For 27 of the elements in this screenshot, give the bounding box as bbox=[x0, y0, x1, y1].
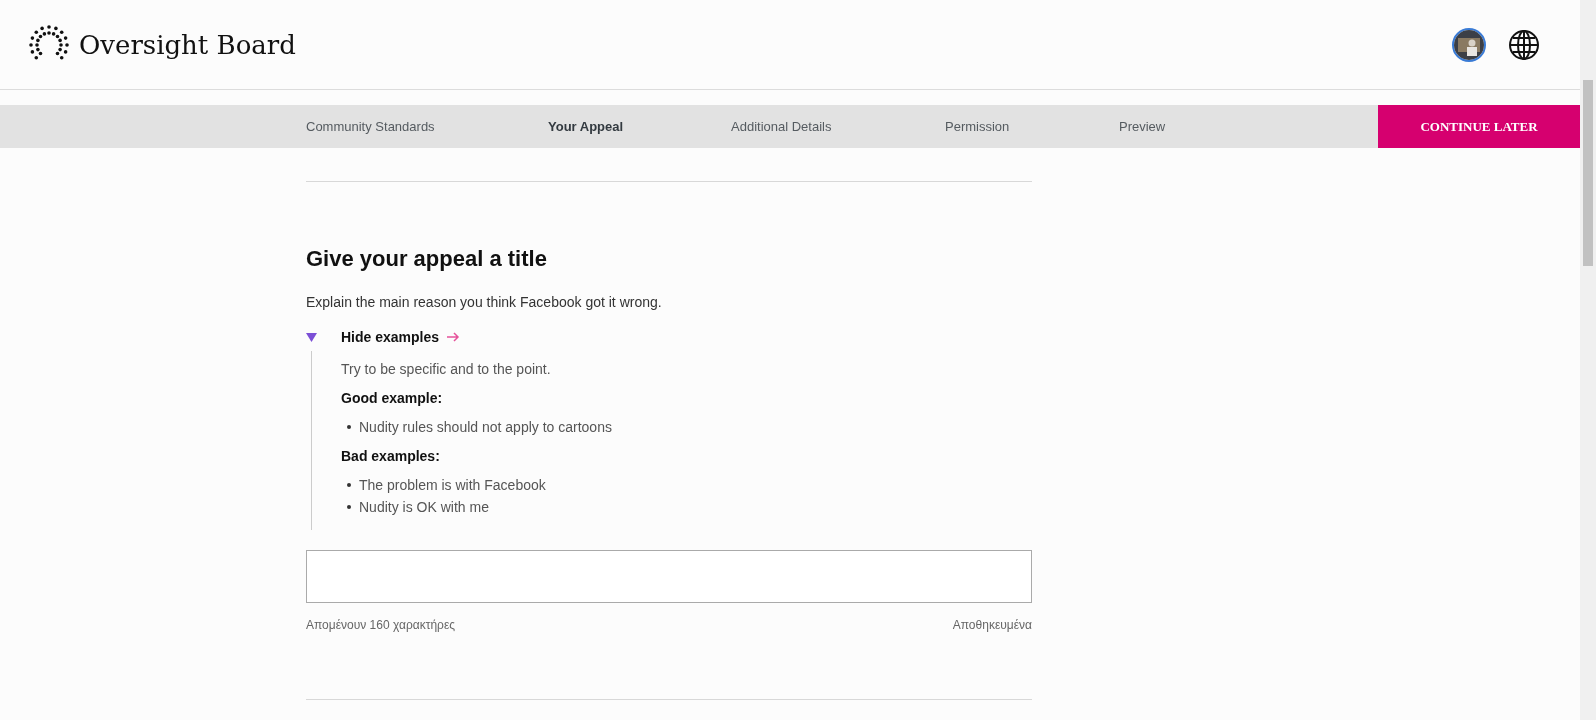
characters-remaining: Απομένουν 160 χαρακτήρες bbox=[306, 618, 456, 632]
hint-text: Try to be specific and to the point. bbox=[341, 361, 552, 377]
step-tab[interactable]: Your Appeal bbox=[548, 119, 624, 134]
avatar-icon[interactable] bbox=[1452, 27, 1486, 62]
examples-toggle[interactable]: Hide examples bbox=[341, 329, 440, 345]
section-title: Give your appeal a title bbox=[306, 246, 548, 272]
scrollbar[interactable] bbox=[1580, 0, 1596, 720]
bullet-icon bbox=[347, 483, 351, 487]
continue-later-button[interactable]: CONTINUE LATER bbox=[1378, 105, 1580, 148]
scrollbar-thumb[interactable] bbox=[1583, 80, 1593, 266]
bullet-icon bbox=[347, 505, 351, 509]
brand-name[interactable]: Oversight Board bbox=[79, 29, 296, 60]
example-heading: Bad examples: bbox=[341, 448, 441, 464]
step-tab[interactable]: Preview bbox=[1119, 119, 1166, 134]
example-text: Nudity is OK with me bbox=[359, 499, 489, 515]
example-heading: Good example: bbox=[341, 390, 444, 406]
step-tab[interactable]: Permission bbox=[945, 119, 1010, 134]
bullet-icon bbox=[347, 425, 351, 429]
save-status: Αποθηκευμένα bbox=[952, 618, 1032, 632]
step-tab[interactable]: Additional Details bbox=[731, 119, 832, 134]
arrow-icon bbox=[447, 332, 461, 342]
example-text: The problem is with Facebook bbox=[359, 477, 546, 493]
title-input-field[interactable] bbox=[306, 550, 1032, 603]
section-description: Explain the main reason you think Facebook got it wrong. bbox=[306, 294, 663, 310]
globe-icon[interactable] bbox=[1508, 28, 1540, 61]
step-tab[interactable]: Community Standards bbox=[306, 119, 435, 134]
example-text: Nudity rules should not apply to cartoons bbox=[359, 419, 612, 435]
